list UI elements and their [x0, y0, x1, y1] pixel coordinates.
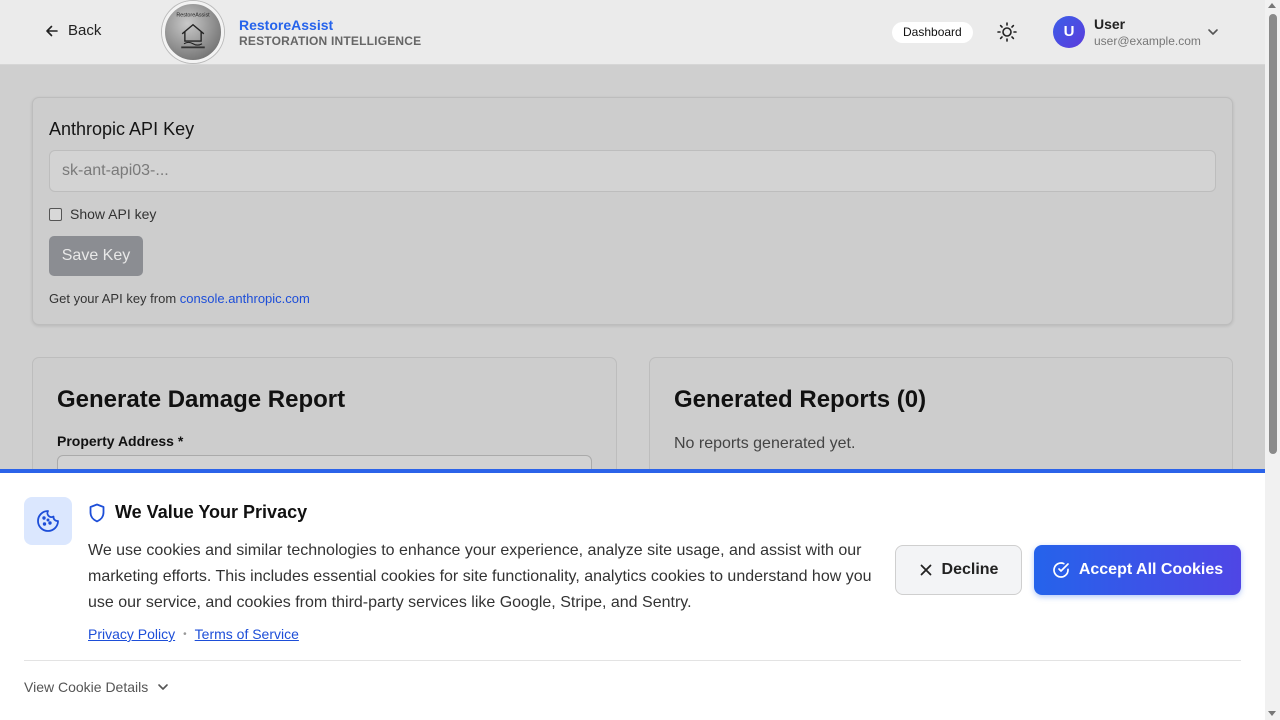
property-address-label: Property Address *: [57, 433, 184, 449]
view-details-label: View Cookie Details: [24, 679, 149, 695]
brand-subtitle: RESTORATION INTELLIGENCE: [239, 34, 422, 48]
decline-button[interactable]: Decline: [895, 545, 1022, 595]
chevron-down-icon: [1208, 29, 1218, 35]
sun-icon: [997, 22, 1017, 42]
cookie-title: We Value Your Privacy: [115, 502, 308, 522]
scroll-down-arrow[interactable]: [1268, 711, 1276, 716]
accept-label: Accept All Cookies: [1078, 561, 1224, 578]
no-reports-text: No reports generated yet.: [674, 435, 856, 452]
get-key-prefix: Get your API key from: [49, 291, 177, 306]
user-name: User: [1094, 16, 1126, 32]
generated-reports-title: Generated Reports (0): [674, 386, 927, 413]
cookie-divider: [24, 660, 1241, 661]
save-key-button[interactable]: Save Key: [49, 236, 143, 276]
accept-all-cookies-button[interactable]: Accept All Cookies: [1034, 545, 1241, 595]
theme-toggle-button[interactable]: [996, 21, 1018, 43]
cookie-icon-box: [24, 497, 72, 545]
cookie-banner: We Value Your Privacy We use cookies and…: [0, 469, 1265, 720]
policy-links: Privacy Policy • Terms of Service: [88, 626, 299, 642]
arrow-left-icon: [46, 25, 58, 36]
terms-of-service-link[interactable]: Terms of Service: [195, 626, 299, 642]
cookie-description: We use cookies and similar technologies …: [88, 542, 872, 611]
back-button[interactable]: Back: [44, 22, 101, 39]
chevron-down-icon: [158, 684, 169, 690]
user-info[interactable]: User user@example.com: [1094, 16, 1201, 50]
anthropic-console-link[interactable]: console.anthropic.com: [180, 291, 310, 306]
user-menu-button[interactable]: [1206, 25, 1220, 39]
cookie-icon: [37, 510, 59, 532]
view-cookie-details-button[interactable]: View Cookie Details: [24, 679, 170, 695]
scroll-up-arrow[interactable]: [1268, 3, 1276, 8]
brand-logo: RestoreAssist: [162, 1, 224, 63]
top-header: Back RestoreAssist RestoreAssist RESTORA…: [0, 0, 1265, 65]
page-scrollbar[interactable]: [1265, 0, 1280, 720]
brand: RestoreAssist RESTORATION INTELLIGENCE: [239, 17, 421, 49]
user-avatar[interactable]: U: [1053, 16, 1085, 48]
api-key-title: Anthropic API Key: [49, 119, 195, 139]
privacy-policy-link[interactable]: Privacy Policy: [88, 626, 175, 642]
generate-report-title: Generate Damage Report: [57, 386, 346, 413]
show-api-key-checkbox[interactable]: [49, 207, 62, 221]
show-api-key-row[interactable]: Show API key: [49, 206, 156, 222]
back-label: Back: [68, 22, 102, 39]
scroll-thumb[interactable]: [1269, 14, 1277, 454]
shield-icon: [89, 503, 105, 522]
logo-text: RestoreAssist: [176, 13, 210, 19]
show-api-key-label: Show API key: [70, 206, 157, 222]
user-email: user@example.com: [1094, 34, 1201, 48]
api-key-input[interactable]: [49, 150, 1216, 192]
cookie-title-row: We Value Your Privacy: [88, 502, 307, 523]
get-key-hint: Get your API key from console.anthropic.…: [49, 291, 310, 306]
check-circle-icon: [1053, 562, 1069, 578]
close-icon: [920, 564, 931, 576]
link-separator: •: [183, 628, 187, 640]
dashboard-button[interactable]: Dashboard: [892, 22, 973, 43]
brand-name[interactable]: RestoreAssist: [239, 17, 421, 33]
api-key-card: Anthropic API Key Show API key Save Key …: [32, 97, 1233, 325]
decline-label: Decline: [941, 561, 999, 578]
